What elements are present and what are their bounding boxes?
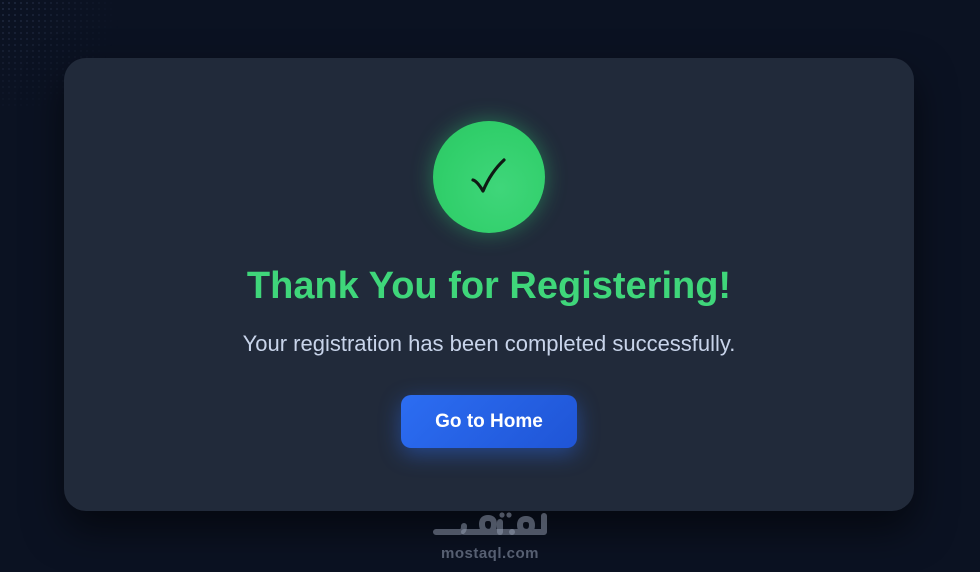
watermark-domain: mostaql.com <box>440 545 540 562</box>
page-title: Thank You for Registering! <box>246 265 732 307</box>
mostaql-logo <box>433 512 547 535</box>
go-home-button[interactable]: Go to Home <box>401 395 577 448</box>
checkmark-icon <box>471 158 506 193</box>
success-badge <box>433 121 545 233</box>
confirmation-card: Thank You for Registering! Your registra… <box>64 58 914 511</box>
watermark: mostaql.com <box>0 512 980 562</box>
confirmation-message: Your registration has been completed suc… <box>242 331 736 356</box>
